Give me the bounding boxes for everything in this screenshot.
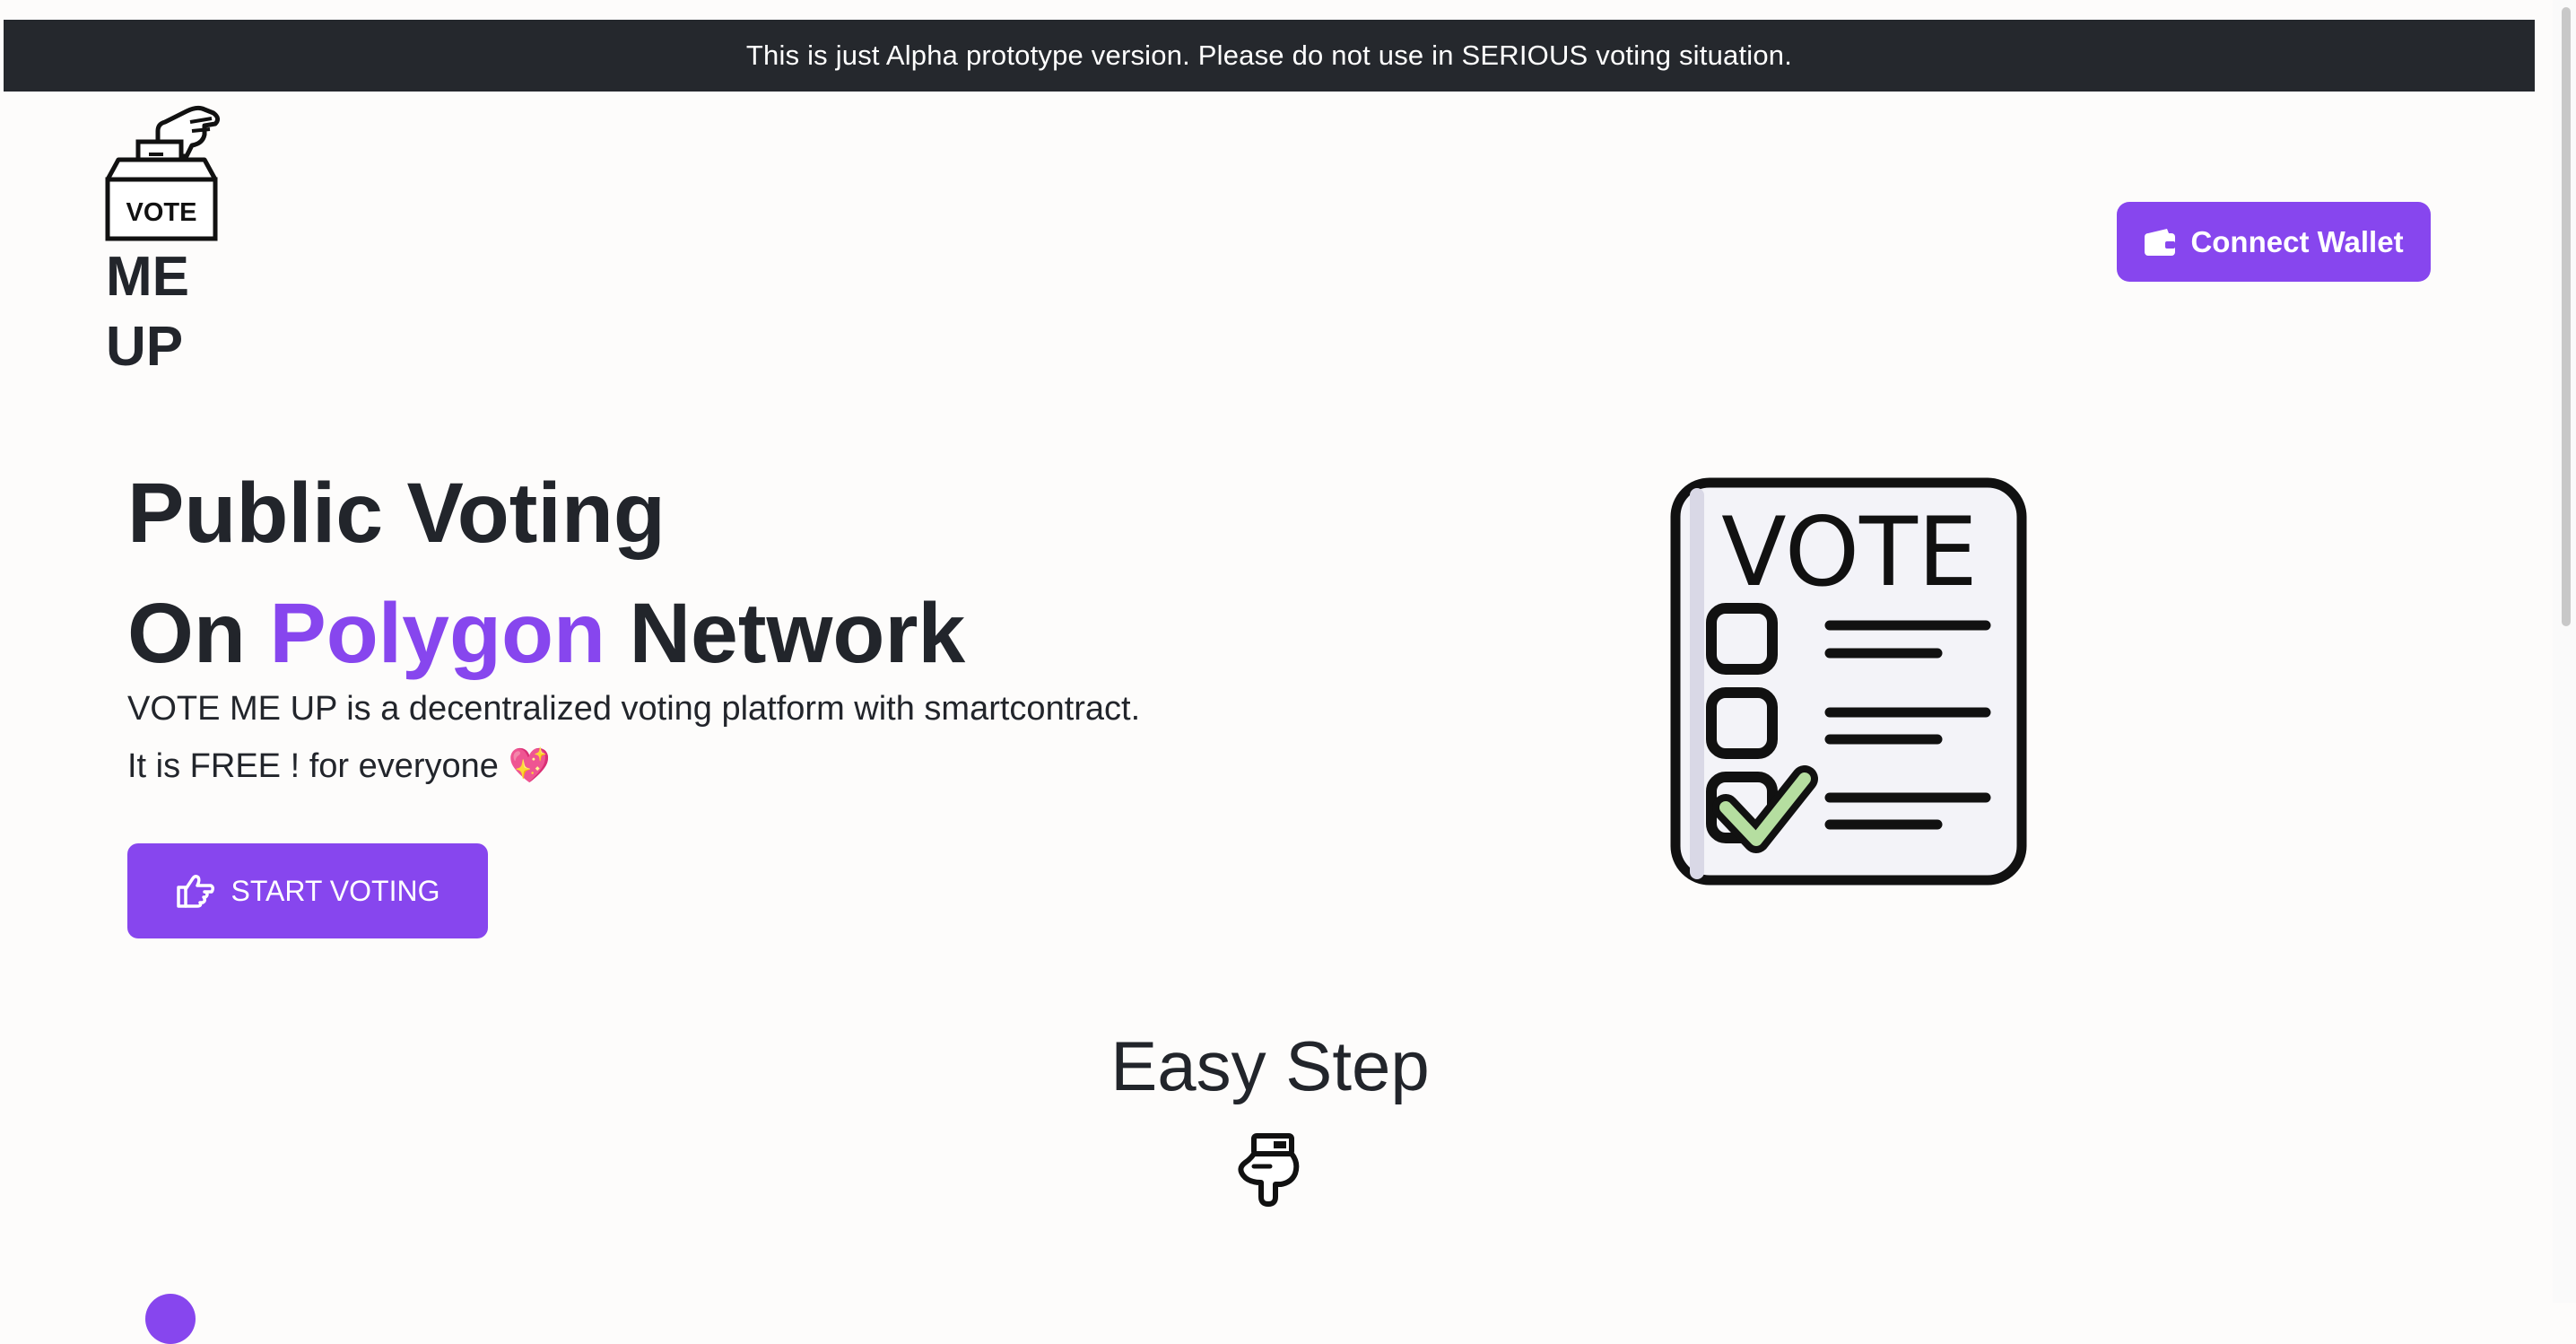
hero-description-line1: VOTE ME UP is a decentralized voting pla… xyxy=(127,690,1141,728)
start-voting-button[interactable]: START VOTING xyxy=(127,843,488,938)
hero-title-prefix: On xyxy=(127,586,270,681)
ballot-box-logo-icon: VOTE xyxy=(105,105,221,241)
pointing-hand-right-icon xyxy=(176,874,214,908)
hero-title-line1: Public Voting xyxy=(127,466,666,561)
hero-description: VOTE ME UP is a decentralized voting pla… xyxy=(127,680,1140,795)
hero-description-line2: It is FREE ! for everyone 💖 xyxy=(127,737,1140,795)
hero-title-suffix: Network xyxy=(605,586,966,681)
connect-wallet-button[interactable]: Connect Wallet xyxy=(2117,202,2431,282)
step-number-badge xyxy=(145,1294,196,1344)
hero-title-line2: On Polygon Network xyxy=(127,573,965,694)
start-voting-label: START VOTING xyxy=(231,874,440,907)
pointing-hand-down-icon xyxy=(1238,1133,1300,1207)
connect-wallet-label: Connect Wallet xyxy=(2190,224,2404,258)
vote-checklist-icon: VOTE xyxy=(1670,477,2027,886)
site-logo[interactable]: VOTE xyxy=(104,104,221,242)
logo-text-line1: ME xyxy=(106,246,189,308)
hero-title: Public Voting On Polygon Network xyxy=(127,453,965,694)
logo-box-label: VOTE xyxy=(126,198,197,227)
alpha-warning-banner: This is just Alpha prototype version. Pl… xyxy=(4,20,2535,92)
hero-description-text: It is FREE ! for everyone xyxy=(127,747,499,785)
logo-text-line2: UP xyxy=(106,316,184,378)
page-scrollbar[interactable] xyxy=(2553,0,2576,1303)
illustration-vote-label: VOTE xyxy=(1721,497,1978,607)
logo-wordmark: ME UP xyxy=(106,242,213,382)
sparkling-heart-emoji: 💖 xyxy=(508,747,551,785)
hero-title-accent: Polygon xyxy=(269,586,606,681)
wallet-icon xyxy=(2145,228,2176,256)
scrollbar-thumb[interactable] xyxy=(2562,7,2571,626)
alpha-warning-text: This is just Alpha prototype version. Pl… xyxy=(745,39,1793,71)
easy-step-heading: Easy Step xyxy=(1110,1026,1430,1105)
